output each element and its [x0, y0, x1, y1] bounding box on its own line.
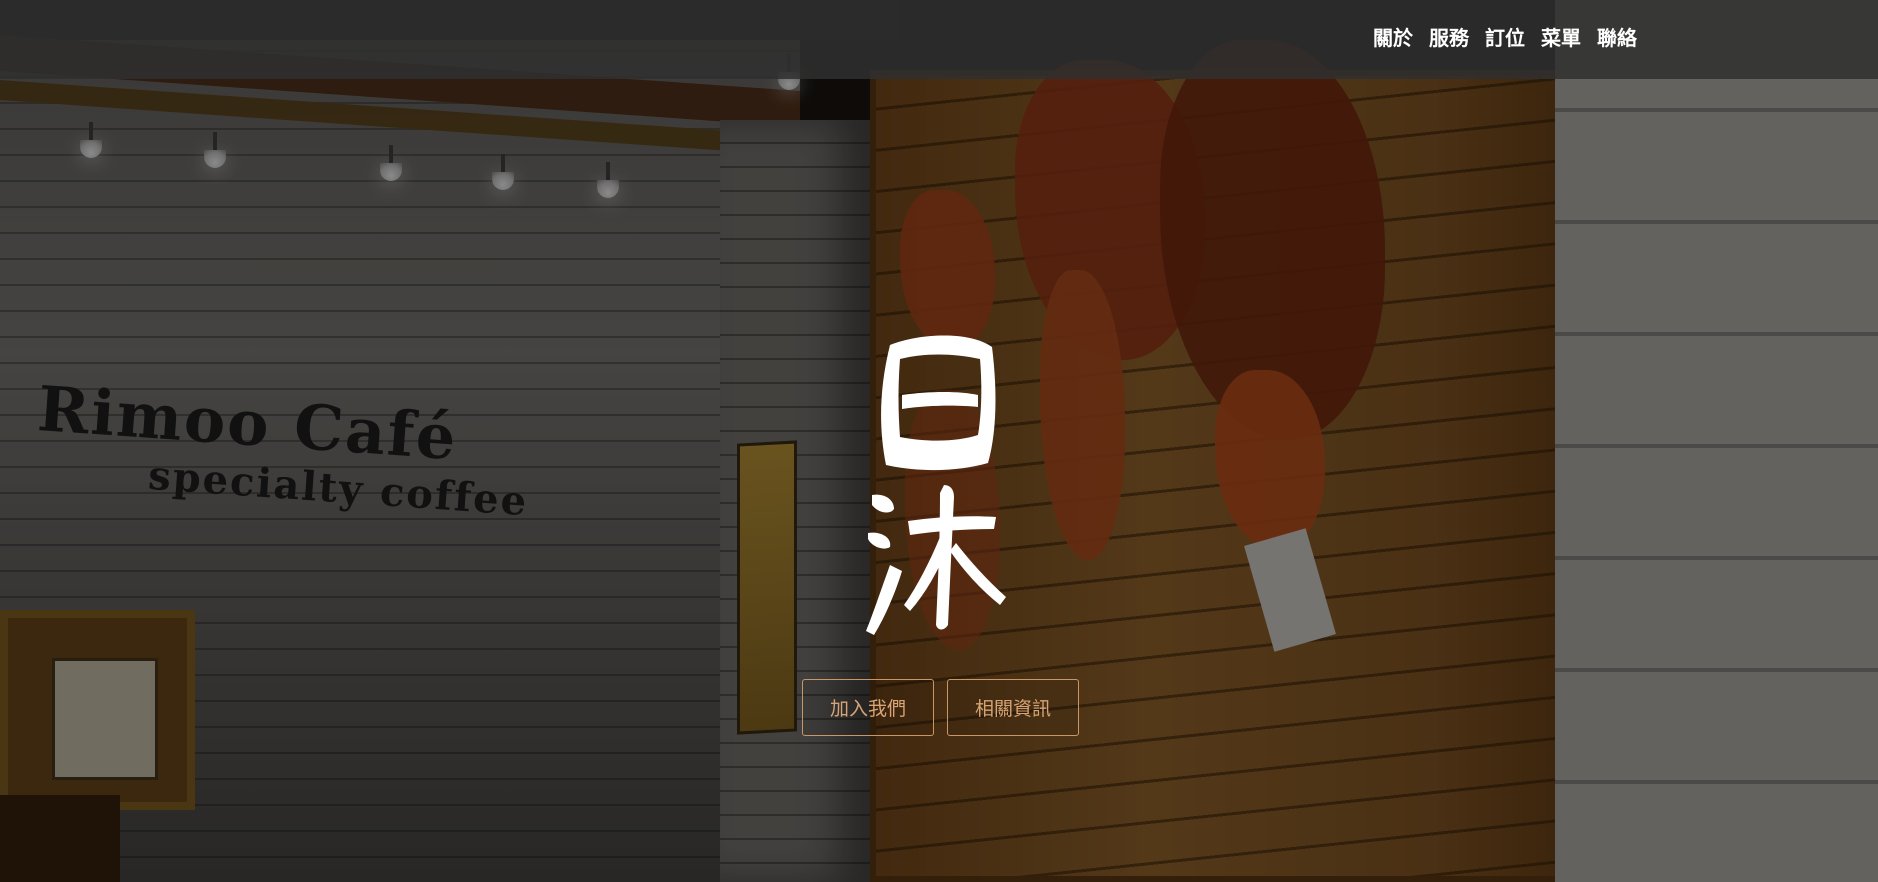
join-us-button[interactable]: 加入我們 [802, 679, 934, 736]
nav-link-services[interactable]: 服務 [1429, 22, 1469, 51]
nav-link-about[interactable]: 關於 [1373, 22, 1413, 51]
nav-link-booking[interactable]: 訂位 [1485, 22, 1525, 51]
brand-logo: 日沐 [866, 335, 1006, 635]
related-info-button[interactable]: 相關資訊 [947, 679, 1079, 736]
nav-link-menu[interactable]: 菜單 [1541, 22, 1581, 51]
nav-links: 關於 服務 訂位 菜單 聯絡 [1373, 22, 1637, 51]
nav-link-contact[interactable]: 聯絡 [1597, 22, 1637, 51]
hero-buttons: 加入我們 相關資訊 [802, 679, 1079, 736]
top-navbar: 關於 服務 訂位 菜單 聯絡 [0, 0, 1878, 79]
